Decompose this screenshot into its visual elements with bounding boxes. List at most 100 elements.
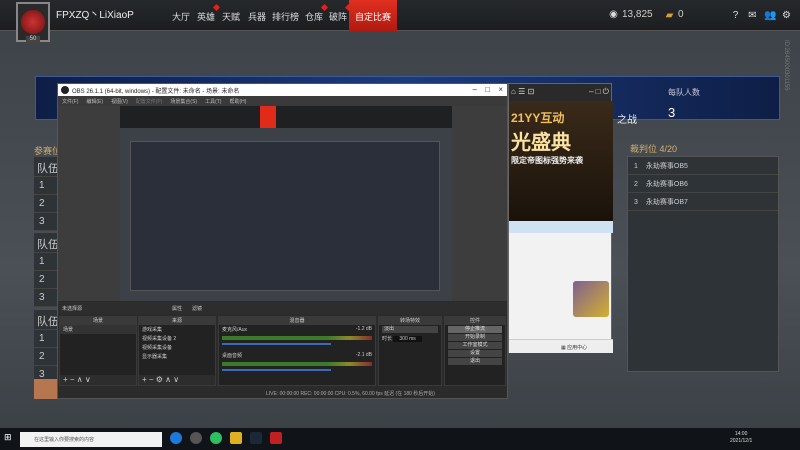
- menu-profile[interactable]: 配置文件(P): [136, 99, 163, 105]
- source-item[interactable]: 游戏采集: [139, 325, 215, 334]
- per-team-label: 每队人数: [668, 88, 700, 97]
- watermark: ID:2645000301155: [783, 40, 789, 91]
- volume-slider[interactable]: [222, 343, 332, 345]
- yy-icon[interactable]: [230, 432, 242, 444]
- captured-content: [130, 141, 440, 291]
- duration-row: 时长 300 ms: [379, 334, 441, 343]
- nav-talents[interactable]: 天赋: [222, 10, 240, 23]
- track-name: 麦克风/Aux: [222, 327, 248, 333]
- gamepad-icon[interactable]: ⊡: [527, 87, 534, 96]
- gold-count: 0: [678, 9, 684, 20]
- dock-title: 场景: [60, 317, 136, 325]
- minimize-icon[interactable]: –: [473, 85, 477, 94]
- source-toolbar: 未选择源 属性 滤镜: [58, 302, 507, 314]
- nav-label: 仓库: [305, 12, 324, 22]
- nav-label: 破阵: [329, 12, 348, 22]
- slot-number: 2: [634, 181, 638, 188]
- duration-input[interactable]: 300 ms: [393, 336, 422, 342]
- properties-button[interactable]: 属性: [172, 306, 182, 312]
- source-item[interactable]: 视频采集设备 2: [139, 334, 215, 343]
- obs-titlebar[interactable]: OBS 26.1.1 (64-bit, windows) - 配置文件: 未命名…: [58, 84, 507, 96]
- nav-label: 英雄: [197, 12, 216, 22]
- nav-heroes[interactable]: 英雄: [197, 3, 221, 23]
- wechat-icon[interactable]: [210, 432, 222, 444]
- exit-button[interactable]: 退出: [448, 358, 502, 365]
- player-name: FPXZQ丶LiXiaoP: [56, 10, 134, 21]
- transition-select[interactable]: 淡出: [382, 326, 438, 333]
- friends-icon[interactable]: 👥: [764, 10, 776, 21]
- menu-file[interactable]: 文件(F): [62, 99, 78, 105]
- dock-title: 转场特效: [379, 317, 441, 325]
- source-controls[interactable]: + − ⚙ ∧ ∨: [139, 375, 215, 385]
- volume-meter: [222, 336, 372, 340]
- nav-storage[interactable]: 仓库: [305, 3, 329, 23]
- guild-emblem-icon: [21, 10, 45, 34]
- promo-banner[interactable]: 21YY互动 光盛典 限定帝图标强势来袭: [509, 101, 613, 221]
- source-item[interactable]: 视频采集设备: [139, 343, 215, 352]
- referee-name: 永劫赛事OB6: [645, 181, 688, 188]
- promo-title: 光盛典: [511, 132, 571, 154]
- settings-gear-icon[interactable]: ⚙: [781, 10, 792, 21]
- volume-slider[interactable]: [222, 369, 332, 371]
- player-level: 50: [26, 36, 40, 43]
- menu-edit[interactable]: 编辑(E): [86, 99, 103, 105]
- obs-taskbar-icon[interactable]: [190, 432, 202, 444]
- nav-custom-match[interactable]: 自定比赛: [349, 0, 398, 31]
- list-icon[interactable]: ☰: [518, 87, 525, 96]
- app-center-link[interactable]: 应用中心: [567, 345, 587, 351]
- stop-streaming-button[interactable]: 停止推流: [448, 326, 502, 333]
- referee-name: 永劫赛事OB5: [645, 163, 688, 170]
- window-title: OBS 26.1.1 (64-bit, windows) - 配置文件: 未命名…: [72, 89, 240, 95]
- filters-button[interactable]: 滤镜: [192, 306, 202, 312]
- chat-header: [509, 221, 613, 233]
- yy-bottom-bar: ▦ 应用中心: [509, 339, 613, 353]
- slot-number: 1: [634, 163, 638, 170]
- taskbar-search[interactable]: 在这里输入你要搜索的内容: [20, 432, 162, 447]
- settings-button[interactable]: 设置: [448, 350, 502, 357]
- list-item[interactable]: 2 永劫赛事OB6: [628, 175, 778, 193]
- nav-breakthrough[interactable]: 破阵: [329, 3, 353, 23]
- obs-menubar: 文件(F) 编辑(E) 视图(V) 配置文件(P) 场景集合(S) 工具(T) 帮助(H): [58, 96, 507, 106]
- yy-window: ⌂ ☰ ⊡ – □ ⏻ 21YY互动 光盛典 限定帝图标强势来袭 ▦ 应用中心: [508, 83, 613, 353]
- start-recording-button[interactable]: 开始录制: [448, 334, 502, 341]
- coin-count: 13,825: [622, 9, 653, 20]
- studio-mode-button[interactable]: 工作室模式: [448, 342, 502, 349]
- controls-dock: 控件 停止推流 开始录制 工作室模式 设置 退出: [444, 316, 506, 386]
- mail-icon[interactable]: ✉: [747, 10, 758, 21]
- obs-logo-icon: [61, 86, 69, 94]
- nav-leaderboard[interactable]: 排行榜: [272, 10, 299, 23]
- mixer-dock: 混音器 麦克风/Aux -1.2 dB 桌面音频 -2.1 dB: [218, 316, 376, 386]
- menu-scene-collection[interactable]: 场景集合(S): [170, 99, 197, 105]
- windows-start-icon[interactable]: ⊞: [4, 432, 16, 444]
- source-item[interactable]: 显示器采集: [139, 352, 215, 361]
- taskbar-clock[interactable]: 14:00 2021/12/1: [730, 431, 752, 445]
- steam-icon[interactable]: [250, 432, 262, 444]
- yy-toolbar: ⌂ ☰ ⊡ – □ ⏻: [509, 84, 611, 101]
- list-item[interactable]: 1 永劫赛事OB5: [628, 157, 778, 175]
- menu-tools[interactable]: 工具(T): [205, 99, 221, 105]
- game-icon[interactable]: [270, 432, 282, 444]
- dock-title: 控件: [445, 317, 505, 325]
- window-controls[interactable]: – □ ⏻: [589, 87, 609, 97]
- gold-icon: ▰: [665, 10, 674, 21]
- scene-item[interactable]: 场景: [60, 325, 136, 334]
- help-icon[interactable]: ?: [730, 10, 741, 21]
- menu-view[interactable]: 视图(V): [111, 99, 128, 105]
- referee-title: 裁判位 4/20: [630, 144, 678, 154]
- list-item[interactable]: 3 永劫赛事OB7: [628, 193, 778, 211]
- scene-controls[interactable]: + − ∧ ∨: [60, 375, 136, 385]
- captured-topbar: [120, 106, 452, 128]
- nav-lobby[interactable]: 大厅: [172, 10, 190, 23]
- promo-line: 限定帝图标强势来袭: [511, 156, 583, 165]
- transitions-dock: 转场特效 淡出 时长 300 ms: [378, 316, 442, 386]
- edge-icon[interactable]: [170, 432, 182, 444]
- maximize-icon[interactable]: □: [485, 85, 490, 94]
- obs-preview[interactable]: [58, 106, 507, 301]
- close-icon[interactable]: ×: [498, 85, 503, 94]
- nav-weapons[interactable]: 兵器: [248, 10, 266, 23]
- slot-number: 3: [634, 199, 638, 206]
- home-icon[interactable]: ⌂: [511, 87, 516, 96]
- coin-icon: ◉: [609, 9, 618, 20]
- menu-help[interactable]: 帮助(H): [229, 99, 246, 105]
- obs-window: OBS 26.1.1 (64-bit, windows) - 配置文件: 未命名…: [57, 83, 508, 399]
